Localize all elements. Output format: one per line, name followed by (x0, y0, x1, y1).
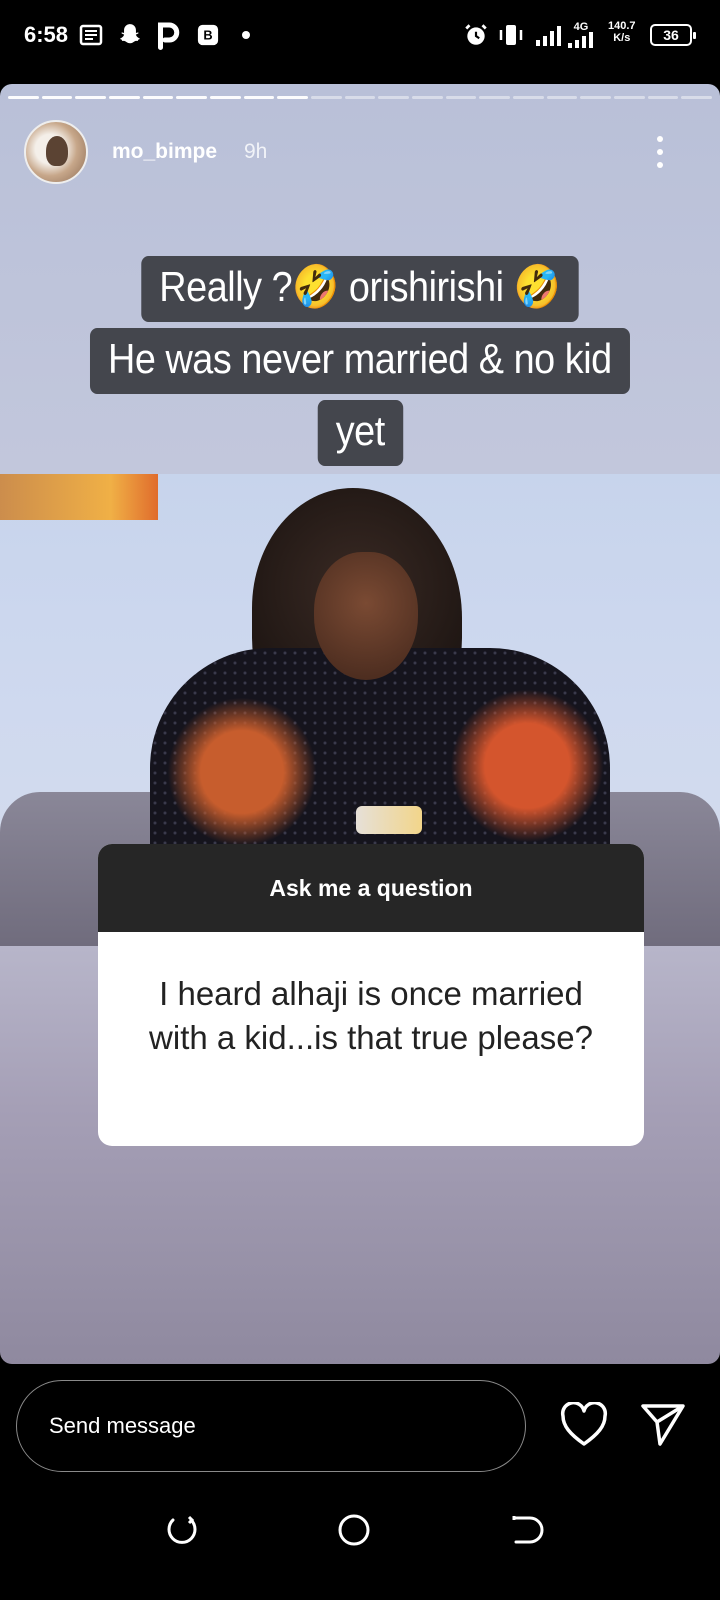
heart-icon (560, 1401, 608, 1446)
dot-icon (240, 22, 252, 48)
story-card[interactable]: mo_bimpe 9h Really ?🤣 orishirishi 🤣 He w… (0, 84, 720, 1364)
signal-icon (534, 22, 564, 48)
send-message-input[interactable]: Send message (16, 1380, 526, 1472)
story-time: 9h (244, 140, 268, 163)
progress-segment (479, 96, 511, 99)
like-button[interactable] (560, 1401, 608, 1448)
progress-segment (210, 96, 241, 99)
progress-segment (513, 96, 544, 99)
progress-segment (243, 96, 275, 99)
progress-segment (75, 96, 107, 99)
progress-segment (445, 96, 477, 99)
person-face (314, 552, 418, 680)
progress-segment (412, 96, 443, 99)
more-dot-icon (657, 136, 663, 142)
progress-segment (176, 96, 208, 99)
status-time: 6:58 (24, 22, 69, 47)
username[interactable]: mo_bimpe (112, 140, 217, 164)
recent-apps-button[interactable] (164, 1512, 200, 1548)
back-button[interactable] (508, 1512, 544, 1548)
snapchat-icon (116, 22, 144, 48)
alarm-icon (462, 22, 490, 48)
story-caption: Really ?🤣 orishirishi 🤣 He was never mar… (0, 256, 720, 472)
progress-segment (311, 96, 342, 99)
question-sticker[interactable]: Ask me a question I heard alhaji is once… (98, 844, 644, 1146)
recents-icon (167, 1515, 197, 1544)
battery-icon: 36 (650, 24, 696, 46)
svg-text:B: B (203, 28, 212, 43)
progress-segment (647, 96, 679, 99)
vibrate-icon (496, 22, 526, 48)
progress-segment (546, 96, 578, 99)
progress-segment (41, 96, 73, 99)
phone-in-hand (356, 806, 422, 834)
news-icon (78, 22, 104, 48)
question-text: I heard alhaji is once married with a ki… (149, 975, 593, 1056)
speed-value: 140.7 (608, 20, 636, 32)
signal-4g-icon: 4G (566, 22, 596, 48)
more-dot-icon (657, 149, 663, 155)
question-title: Ask me a question (98, 844, 644, 932)
network-speed: 140.7 K/s (608, 20, 636, 44)
progress-segment (580, 96, 612, 99)
story-header: mo_bimpe 9h (24, 120, 696, 186)
progress-segment (142, 96, 174, 99)
send-icon (641, 1404, 685, 1446)
battery-level: 36 (663, 27, 679, 43)
home-icon (338, 1514, 370, 1546)
caption-line: yet (317, 400, 403, 466)
wall-frame (0, 474, 158, 520)
more-options-button[interactable] (650, 132, 670, 172)
more-dot-icon (657, 162, 663, 168)
progress-segment (344, 96, 376, 99)
progress-segment (8, 96, 39, 99)
avatar[interactable] (24, 120, 88, 184)
progress-segment (614, 96, 645, 99)
progress-segment (109, 96, 140, 99)
caption-line: He was never married & no kid (90, 328, 630, 394)
network-type: 4G (573, 21, 589, 33)
status-bar: 6:58 B 4G 140.7 K/s 36 (0, 0, 720, 72)
back-icon (512, 1516, 544, 1544)
home-button[interactable] (336, 1512, 372, 1548)
bitcoin-icon: B (196, 22, 220, 48)
progress-segment (277, 96, 309, 99)
progress-segment (681, 96, 713, 99)
navigation-bar (0, 1480, 720, 1600)
speed-unit: K/s (613, 32, 631, 44)
p-app-icon (152, 22, 184, 50)
share-button[interactable] (640, 1402, 686, 1448)
reply-bar: Send message (0, 1364, 720, 1480)
story-progress-bar (8, 96, 713, 100)
progress-segment (378, 96, 410, 99)
caption-line: Really ?🤣 orishirishi 🤣 (141, 256, 579, 322)
